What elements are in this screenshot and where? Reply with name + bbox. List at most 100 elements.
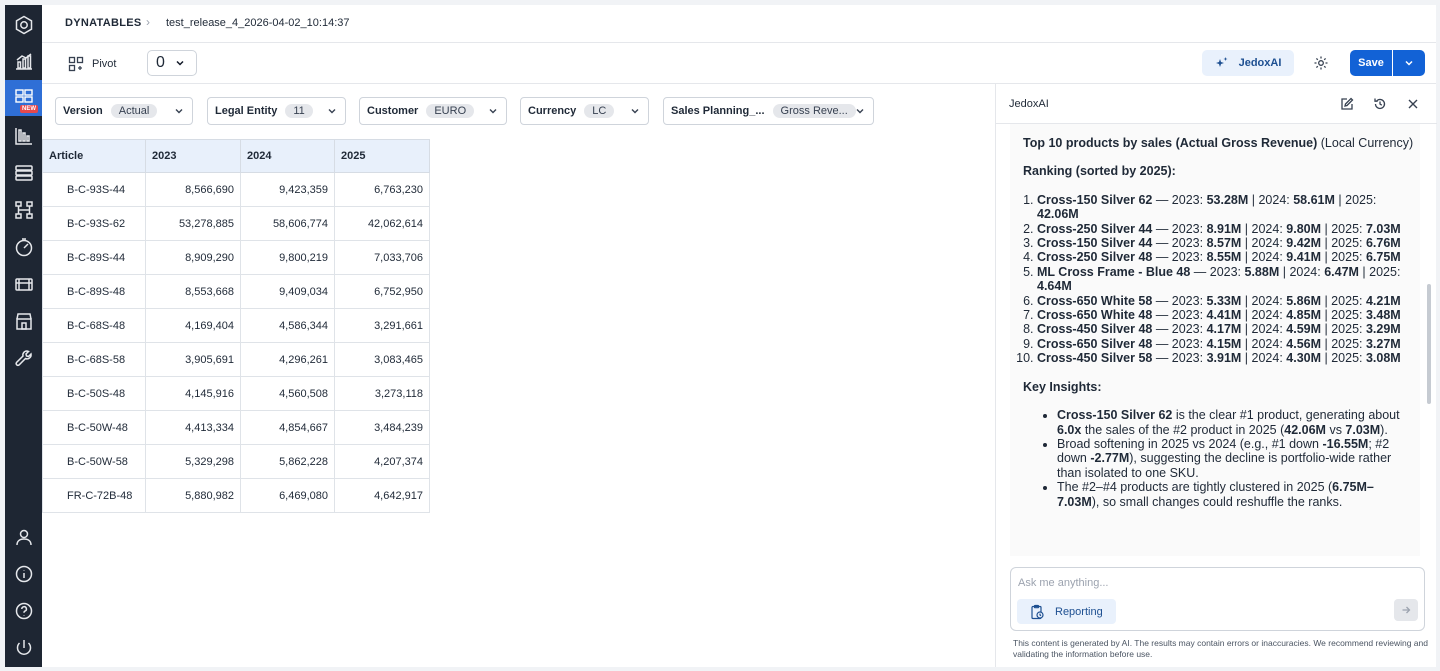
filter-value: EURO [426, 104, 475, 118]
value-cell[interactable]: 4,169,404 [145, 308, 241, 343]
value-cell[interactable]: 6,469,080 [240, 478, 335, 513]
jedoxai-button[interactable]: JedoxAI [1202, 50, 1294, 76]
table-row: B-C-89S-44 8,909,290 9,800,219 7,033,706 [42, 240, 430, 275]
marketplace-icon[interactable] [5, 266, 42, 302]
store-icon[interactable] [5, 303, 42, 339]
close-icon[interactable] [1404, 95, 1422, 113]
value-cell[interactable]: 53,278,885 [145, 206, 241, 241]
value-cell[interactable]: 4,207,374 [334, 444, 430, 479]
article-cell[interactable]: B-C-50W-58 [42, 444, 146, 479]
dynatables-icon[interactable]: NEW [5, 80, 42, 116]
chat-message-area[interactable]: Top 10 products by sales (Actual Gross R… [1010, 124, 1420, 556]
filter-legal-entity[interactable]: Legal Entity 11 [207, 97, 346, 125]
filter-customer[interactable]: Customer EURO [359, 97, 507, 125]
database-icon[interactable] [5, 155, 42, 191]
gauge-icon[interactable] [5, 229, 42, 265]
value-cell[interactable]: 9,409,034 [240, 274, 335, 309]
help-icon[interactable] [5, 593, 42, 629]
column-header-article[interactable]: Article [42, 139, 146, 173]
article-cell[interactable]: B-C-89S-48 [42, 274, 146, 309]
info-icon[interactable] [5, 556, 42, 592]
value-cell[interactable]: 4,560,508 [240, 376, 335, 411]
pivot-icon [68, 56, 84, 72]
pivot-label: Pivot [92, 58, 117, 70]
value-cell[interactable]: 8,566,690 [145, 172, 241, 207]
value-cell[interactable]: 4,854,667 [240, 410, 335, 445]
hierarchy-icon[interactable] [5, 192, 42, 228]
settings-button[interactable] [1310, 52, 1332, 74]
sparkle-icon [1215, 57, 1228, 67]
article-cell[interactable]: B-C-93S-44 [42, 172, 146, 207]
value-cell[interactable]: 4,296,261 [240, 342, 335, 377]
article-cell[interactable]: B-C-68S-48 [42, 308, 146, 343]
value-cell[interactable]: 7,033,706 [334, 240, 430, 275]
value-cell[interactable]: 3,273,118 [334, 376, 430, 411]
edit-icon[interactable] [1338, 95, 1356, 113]
save-options-button[interactable] [1393, 50, 1425, 76]
value-cell[interactable]: 6,752,950 [334, 274, 430, 309]
table-row: B-C-50W-58 5,329,298 5,862,228 4,207,374 [42, 444, 430, 479]
new-badge: NEW [20, 105, 38, 113]
value-cell[interactable]: 4,413,334 [145, 410, 241, 445]
value-cell[interactable]: 42,062,614 [334, 206, 430, 241]
value-cell[interactable]: 8,909,290 [145, 240, 241, 275]
breadcrumb: DYNATABLES › test_release_4_2026-04-02_1… [42, 5, 1436, 43]
ranking-item: Cross-150 Silver 44 — 2023: 8.57M | 2024… [1037, 236, 1415, 250]
app-logo-icon[interactable] [5, 7, 42, 43]
value-cell[interactable]: 9,423,359 [240, 172, 335, 207]
value-cell[interactable]: 4,145,916 [145, 376, 241, 411]
column-header-2024[interactable]: 2024 [240, 139, 335, 173]
user-icon[interactable] [5, 519, 42, 555]
ask-input[interactable] [1018, 577, 1398, 589]
insight-item: The #2–#4 products are tightly clustered… [1057, 480, 1415, 509]
value-cell[interactable]: 6,763,230 [334, 172, 430, 207]
view-select[interactable]: 0 [147, 50, 197, 76]
filter-currency[interactable]: Currency LC [520, 97, 649, 125]
article-cell[interactable]: FR-C-72B-48 [42, 478, 146, 513]
value-cell[interactable]: 4,586,344 [240, 308, 335, 343]
history-icon[interactable] [1371, 95, 1389, 113]
value-cell[interactable]: 58,606,774 [240, 206, 335, 241]
chevron-down-icon [631, 109, 639, 114]
save-button[interactable]: Save [1350, 50, 1392, 76]
value-cell[interactable]: 3,905,691 [145, 342, 241, 377]
jedoxai-panel-title: JedoxAI [1009, 98, 1049, 110]
filter-sales-planning[interactable]: Sales Planning_... Gross Reve... [663, 97, 874, 125]
analytics-icon[interactable] [5, 43, 42, 79]
value-cell[interactable]: 9,800,219 [240, 240, 335, 275]
article-cell[interactable]: B-C-89S-44 [42, 240, 146, 275]
scrollbar-thumb[interactable] [1427, 284, 1431, 404]
value-cell[interactable]: 4,642,917 [334, 478, 430, 513]
chevron-down-icon [489, 109, 497, 114]
wrench-icon[interactable] [5, 341, 42, 377]
reporting-button[interactable]: Reporting [1017, 599, 1116, 624]
clipboard-icon [1031, 604, 1044, 619]
value-cell[interactable]: 3,083,465 [334, 342, 430, 377]
breadcrumb-root[interactable]: DYNATABLES [65, 17, 142, 29]
value-cell[interactable]: 3,291,661 [334, 308, 430, 343]
ranking-item: Cross-650 White 48 — 2023: 4.41M | 2024:… [1037, 308, 1415, 322]
value-cell[interactable]: 5,329,298 [145, 444, 241, 479]
filter-version[interactable]: Version Actual [55, 97, 193, 125]
value-cell[interactable]: 8,553,668 [145, 274, 241, 309]
value-cell[interactable]: 5,880,982 [145, 478, 241, 513]
article-cell[interactable]: B-C-50S-48 [42, 376, 146, 411]
filter-label: Legal Entity [215, 105, 278, 117]
pivot-button[interactable]: Pivot [62, 52, 122, 76]
article-cell[interactable]: B-C-50W-48 [42, 410, 146, 445]
article-cell[interactable]: B-C-93S-62 [42, 206, 146, 241]
article-cell[interactable]: B-C-68S-58 [42, 342, 146, 377]
value-cell[interactable]: 3,484,239 [334, 410, 430, 445]
insight-item: Cross-150 Silver 62 is the clear #1 prod… [1057, 408, 1415, 437]
send-button[interactable] [1394, 599, 1418, 621]
chat-scrollbar[interactable] [1425, 124, 1433, 556]
column-header-2025[interactable]: 2025 [334, 139, 430, 173]
power-icon[interactable] [5, 630, 42, 666]
column-header-2023[interactable]: 2023 [145, 139, 241, 173]
ranking-item: ML Cross Frame - Blue 48 — 2023: 5.88M |… [1037, 265, 1415, 294]
value-cell[interactable]: 5,862,228 [240, 444, 335, 479]
filter-value: Actual [110, 104, 158, 118]
insights-list: Cross-150 Silver 62 is the clear #1 prod… [1057, 408, 1415, 509]
insight-item: Broad softening in 2025 vs 2024 (e.g., #… [1057, 437, 1415, 480]
reports-icon[interactable] [5, 118, 42, 154]
